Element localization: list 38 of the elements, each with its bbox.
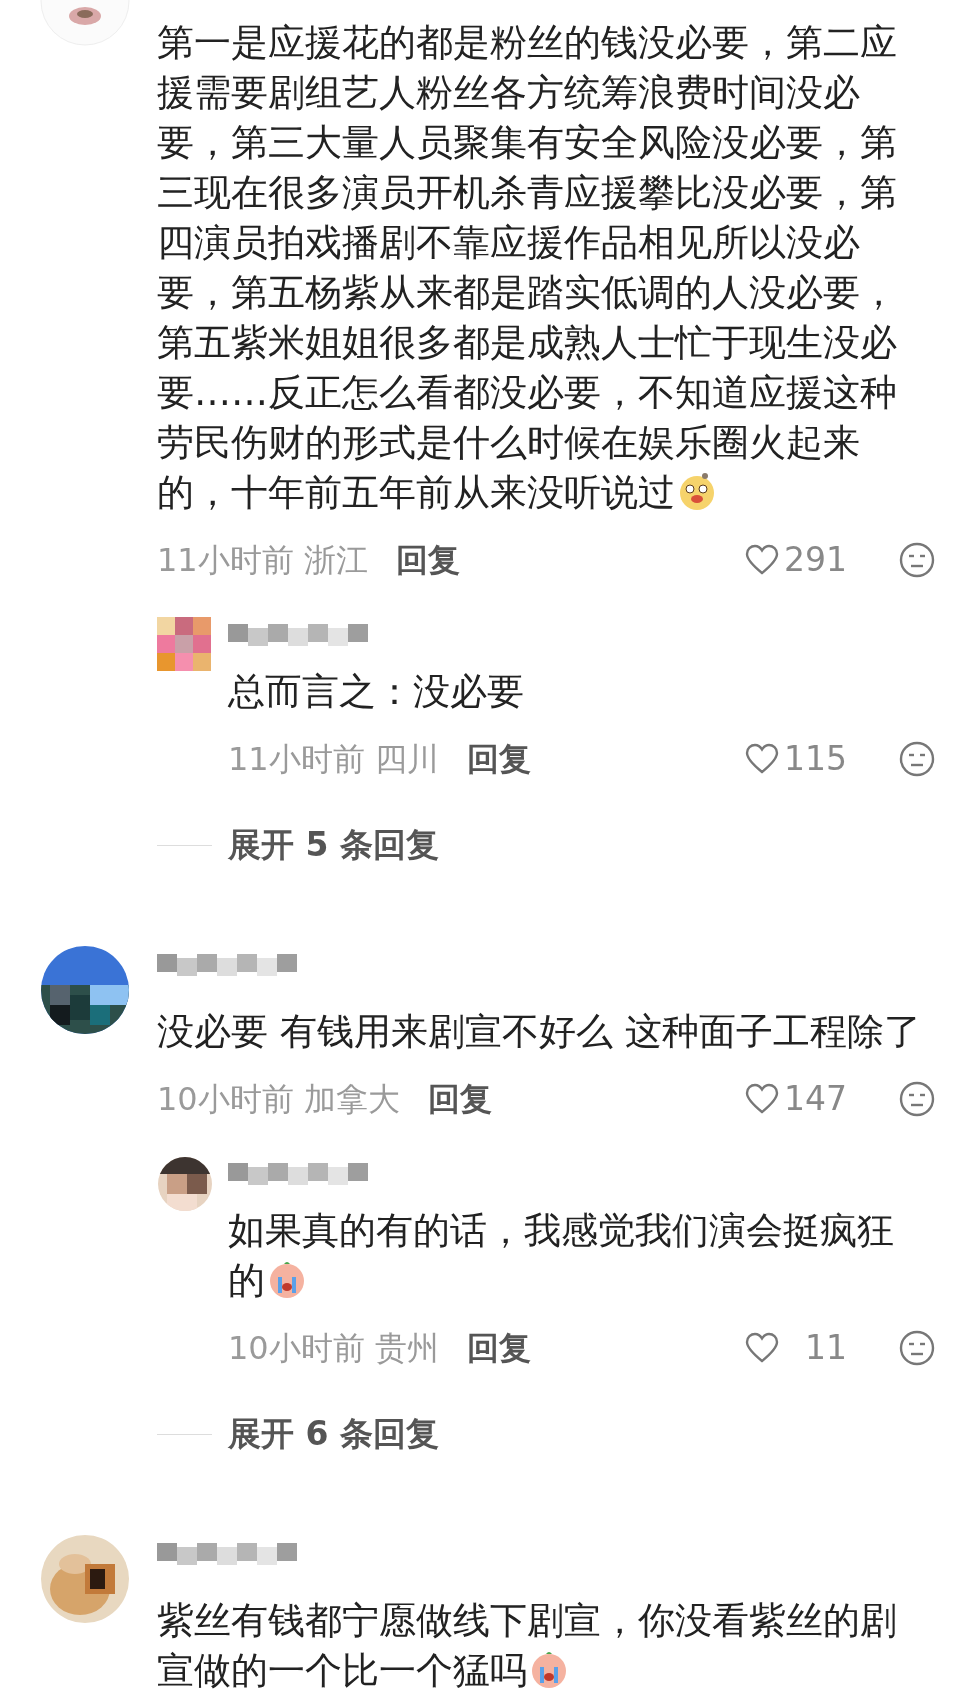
location-text: 加拿大	[303, 1079, 400, 1120]
reply-link[interactable]: 回复	[466, 735, 531, 783]
timestamp: 11小时前	[157, 540, 294, 581]
comment-text: 如果真的有的话，我感觉我们演会挺疯狂的	[228, 1208, 895, 1304]
face-icon[interactable]	[899, 1330, 935, 1366]
reply-link[interactable]: 回复	[427, 1075, 492, 1123]
heart-icon[interactable]	[745, 544, 779, 576]
heart-icon[interactable]	[745, 1332, 779, 1364]
heart-icon[interactable]	[745, 1083, 779, 1115]
comment-text: 总而言之：没必要	[228, 669, 525, 715]
comment-text: 紫丝有钱都宁愿做线下剧宣，你没看紫丝的剧宣做的一个比一个猛吗	[157, 1598, 898, 1694]
like-count: 115	[783, 738, 847, 781]
blurred-username[interactable]	[228, 1163, 368, 1185]
blurred-username[interactable]	[157, 954, 297, 976]
location-text: 四川	[374, 739, 439, 780]
comment-text: 没必要 有钱用来剧宣不好么 这种面子工程除了	[157, 1009, 922, 1055]
like-count: 147	[783, 1078, 847, 1121]
reply-link[interactable]: 回复	[466, 1324, 531, 1372]
emoji-icon	[267, 1259, 307, 1299]
timestamp: 10小时前	[228, 1328, 365, 1369]
location-text: 贵州	[374, 1328, 439, 1369]
face-icon[interactable]	[899, 741, 935, 777]
reply-link[interactable]: 回复	[395, 536, 460, 584]
emoji-icon	[529, 1649, 569, 1689]
blurred-username[interactable]	[228, 624, 368, 646]
heart-icon[interactable]	[745, 743, 779, 775]
face-icon[interactable]	[899, 1081, 935, 1117]
blurred-username[interactable]	[157, 1543, 297, 1565]
like-count: 291	[783, 539, 847, 582]
emoji-icon	[677, 471, 717, 511]
timestamp: 10小时前	[157, 1079, 294, 1120]
expand-replies-link[interactable]: 展开 6 条回复	[228, 1409, 439, 1459]
timestamp: 11小时前	[228, 739, 365, 780]
like-count: 11	[804, 1327, 847, 1370]
comment-text: 第一是应援花的都是粉丝的钱没必要，第二应援需要剧组艺人粉丝各方统筹浪费时间没必要，第三大量人员聚集有安全风险没必要，第三现在很多演员开机杀青应援攀比没必要，第四演员拍戏播剧不靠应援作品相见所以没必要，第五杨紫从来都是踏实低调的人没必要，第五紫米姐姐很多都是成熟人士忙于现生没必要……反正怎么看都没必要，不知道应援这种劳民伤财的形式是什么时候在娱乐圈火起来的，十年前五年前从来没听说过	[157, 20, 898, 516]
expand-replies-link[interactable]: 展开 5 条回复	[228, 820, 439, 870]
face-icon[interactable]	[899, 542, 935, 578]
location-text: 浙江	[303, 540, 368, 581]
